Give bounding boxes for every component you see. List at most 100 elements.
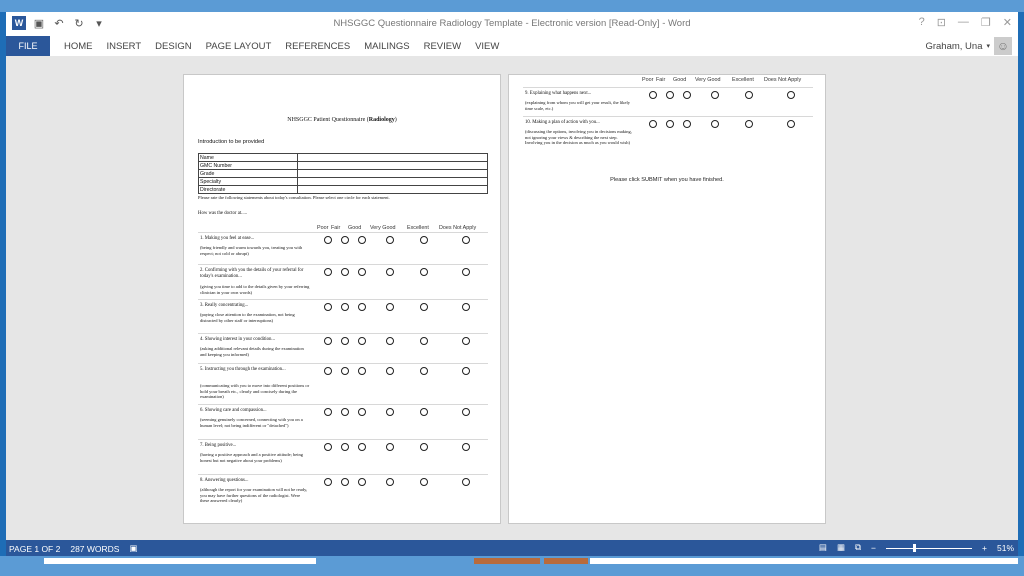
radio-does-not-apply[interactable] [462, 408, 470, 416]
radio-good[interactable] [358, 303, 366, 311]
radio-poor[interactable] [324, 367, 332, 375]
radio-very-good[interactable] [711, 91, 719, 99]
tab-view[interactable]: VIEW [475, 41, 499, 52]
zoom-in-icon[interactable]: + [982, 543, 987, 553]
web-layout-icon[interactable]: ⧉ [855, 542, 861, 553]
radio-does-not-apply[interactable] [462, 236, 470, 244]
close-icon[interactable]: ✕ [1003, 16, 1012, 29]
radio-excellent[interactable] [420, 268, 428, 276]
radio-very-good[interactable] [386, 478, 394, 486]
info-value-field[interactable] [297, 153, 488, 162]
radio-good[interactable] [358, 236, 366, 244]
radio-fair[interactable] [341, 367, 349, 375]
radio-does-not-apply[interactable] [462, 443, 470, 451]
tab-home[interactable]: HOME [64, 41, 93, 52]
radio-very-good[interactable] [386, 443, 394, 451]
radio-excellent[interactable] [745, 120, 753, 128]
tab-design[interactable]: DESIGN [155, 41, 191, 52]
radio-excellent[interactable] [420, 408, 428, 416]
document-page-1[interactable]: NHSGGC Patient Questionnaire (Radiology)… [183, 74, 501, 524]
radio-fair[interactable] [341, 268, 349, 276]
user-account[interactable]: Graham, Una ▾ ☺ [925, 36, 1012, 56]
radio-fair[interactable] [666, 120, 674, 128]
radio-very-good[interactable] [386, 367, 394, 375]
radio-excellent[interactable] [420, 337, 428, 345]
zoom-level[interactable]: 51% [997, 543, 1014, 553]
info-value-field[interactable] [297, 185, 488, 194]
column-header-good: Good [348, 225, 362, 231]
radio-very-good[interactable] [386, 236, 394, 244]
radio-excellent[interactable] [420, 303, 428, 311]
radio-fair[interactable] [341, 337, 349, 345]
radio-excellent[interactable] [420, 478, 428, 486]
radio-good[interactable] [683, 120, 691, 128]
radio-very-good[interactable] [386, 303, 394, 311]
radio-fair[interactable] [341, 236, 349, 244]
radio-good[interactable] [358, 268, 366, 276]
taskbar-window-button[interactable] [590, 558, 1018, 564]
radio-very-good[interactable] [386, 337, 394, 345]
taskbar-app-button[interactable] [474, 558, 540, 564]
radio-good[interactable] [358, 367, 366, 375]
radio-poor[interactable] [649, 120, 657, 128]
tab-insert[interactable]: INSERT [107, 41, 142, 52]
tab-file[interactable]: FILE [6, 36, 50, 56]
radio-good[interactable] [358, 408, 366, 416]
info-value-field[interactable] [297, 161, 488, 170]
radio-does-not-apply[interactable] [462, 268, 470, 276]
restore-icon[interactable]: ❐ [981, 16, 991, 29]
radio-does-not-apply[interactable] [787, 91, 795, 99]
radio-fair[interactable] [341, 408, 349, 416]
radio-very-good[interactable] [386, 268, 394, 276]
taskbar-app-button[interactable] [544, 558, 588, 564]
radio-very-good[interactable] [386, 408, 394, 416]
radio-poor[interactable] [324, 337, 332, 345]
radio-does-not-apply[interactable] [462, 337, 470, 345]
proofing-icon[interactable]: ▣ [129, 543, 137, 554]
radio-fair[interactable] [341, 303, 349, 311]
user-name: Graham, Una [925, 40, 983, 52]
radio-excellent[interactable] [745, 91, 753, 99]
print-layout-icon[interactable]: ▦ [837, 542, 845, 553]
minimize-icon[interactable]: — [958, 16, 969, 29]
radio-fair[interactable] [666, 91, 674, 99]
radio-poor[interactable] [324, 303, 332, 311]
radio-excellent[interactable] [420, 367, 428, 375]
word-count[interactable]: 287 WORDS [70, 544, 119, 554]
radio-does-not-apply[interactable] [462, 303, 470, 311]
tab-review[interactable]: REVIEW [424, 41, 461, 52]
document-workspace[interactable]: NHSGGC Patient Questionnaire (Radiology)… [6, 56, 1018, 540]
radio-does-not-apply[interactable] [462, 367, 470, 375]
document-page-2[interactable]: Poor Fair Good Very Good Excellent Does Not A… [508, 74, 826, 524]
zoom-out-icon[interactable]: − [871, 543, 876, 553]
help-icon[interactable]: ? [919, 16, 925, 29]
radio-good[interactable] [358, 478, 366, 486]
radio-does-not-apply[interactable] [787, 120, 795, 128]
radio-fair[interactable] [341, 443, 349, 451]
radio-excellent[interactable] [420, 236, 428, 244]
tab-references[interactable]: REFERENCES [285, 41, 350, 52]
info-value-field[interactable] [297, 169, 488, 178]
radio-fair[interactable] [341, 478, 349, 486]
radio-poor[interactable] [324, 478, 332, 486]
radio-poor[interactable] [649, 91, 657, 99]
radio-very-good[interactable] [711, 120, 719, 128]
read-mode-icon[interactable]: ▤ [819, 542, 827, 553]
radio-poor[interactable] [324, 268, 332, 276]
radio-good[interactable] [683, 91, 691, 99]
ribbon-display-icon[interactable]: ⊡ [937, 16, 946, 29]
taskbar-window-button[interactable] [44, 558, 316, 564]
radio-does-not-apply[interactable] [462, 478, 470, 486]
zoom-slider[interactable] [886, 543, 973, 553]
radio-good[interactable] [358, 337, 366, 345]
radio-poor[interactable] [324, 236, 332, 244]
radio-poor[interactable] [324, 443, 332, 451]
radio-poor[interactable] [324, 408, 332, 416]
info-value-field[interactable] [297, 177, 488, 186]
radio-excellent[interactable] [420, 443, 428, 451]
radio-good[interactable] [358, 443, 366, 451]
zoom-thumb[interactable] [913, 543, 917, 552]
page-counter[interactable]: PAGE 1 OF 2 [9, 544, 60, 554]
tab-mailings[interactable]: MAILINGS [364, 41, 409, 52]
tab-page-layout[interactable]: PAGE LAYOUT [206, 41, 272, 52]
